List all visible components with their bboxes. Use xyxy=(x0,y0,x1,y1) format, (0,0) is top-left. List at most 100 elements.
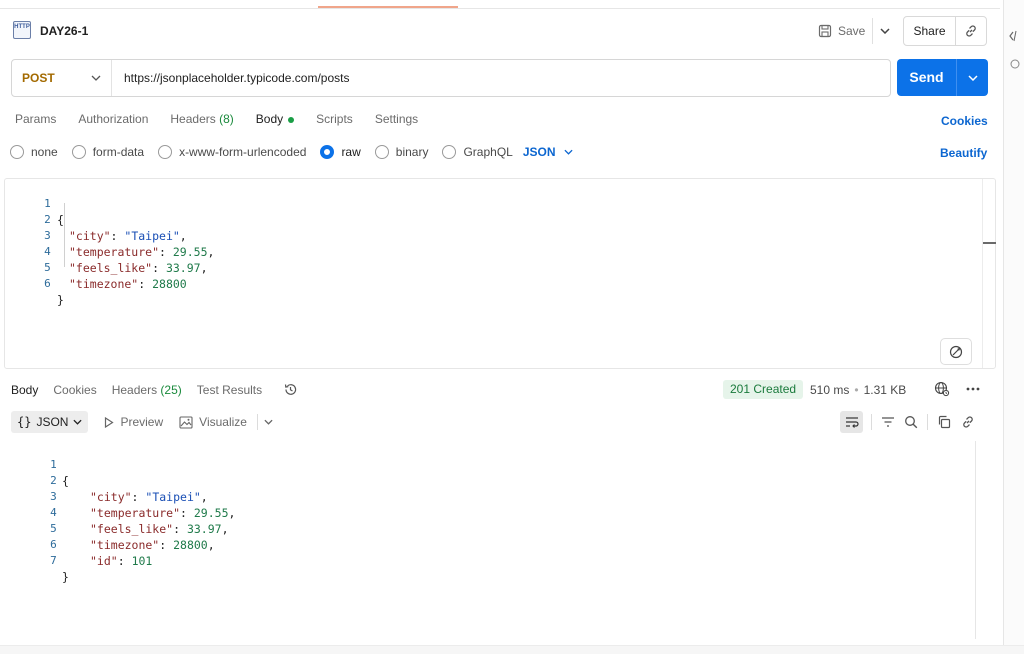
body-type-raw[interactable]: raw xyxy=(320,145,361,159)
code-text: "temperature": 29.55, xyxy=(69,244,214,260)
code-text: "feels_like": 33.97, xyxy=(69,260,208,276)
code-text: { xyxy=(62,474,69,488)
raw-format-label: JSON xyxy=(522,145,556,159)
radio-raw-label: raw xyxy=(341,145,361,159)
copy-link-button[interactable] xyxy=(956,24,986,38)
line-number: 4 xyxy=(44,245,51,258)
play-icon xyxy=(105,416,115,428)
line-number: 1 xyxy=(50,458,57,471)
response-tab-cookies[interactable]: Cookies xyxy=(53,383,96,397)
radio-form-data-label: form-data xyxy=(92,145,145,159)
json-value: 29.55 xyxy=(193,506,229,520)
code-text: "city": "Taipei", xyxy=(69,228,187,244)
json-key: "feels_like" xyxy=(90,522,174,536)
body-type-binary[interactable]: binary xyxy=(374,145,428,159)
radio-form-data[interactable] xyxy=(71,145,86,159)
json-key: "timezone" xyxy=(90,538,160,552)
send-button[interactable]: Send xyxy=(897,59,957,96)
line-number: 7 xyxy=(50,554,57,567)
radio-binary[interactable] xyxy=(374,145,389,159)
code-line: 3 "temperature": 29.55, xyxy=(0,473,235,520)
beautify-button[interactable]: Beautify xyxy=(940,146,987,160)
visualize-options-dropdown[interactable] xyxy=(264,419,273,425)
related-icon[interactable] xyxy=(1009,58,1021,70)
radio-raw[interactable] xyxy=(320,145,335,159)
status-badge[interactable]: 201 Created xyxy=(723,380,804,399)
json-key: "feels_like" xyxy=(69,261,153,275)
history-icon[interactable] xyxy=(283,382,298,397)
code-line: 1 { xyxy=(0,441,69,488)
response-tab-body[interactable]: Body xyxy=(11,383,38,397)
share-button[interactable]: Share xyxy=(904,17,956,45)
tab-headers-label: Headers xyxy=(170,112,216,126)
code-line: 4 "feels_like": 33.97, xyxy=(5,228,207,275)
body-type-graphql[interactable]: GraphQL xyxy=(442,145,513,159)
tab-body[interactable]: Body xyxy=(256,112,295,126)
save-button[interactable]: Save xyxy=(818,19,865,43)
line-number: 3 xyxy=(50,490,57,503)
save-label: Save xyxy=(838,24,866,38)
request-body-editor[interactable]: 1 { 2 "city": "Taipei", 3 "temperature":… xyxy=(4,178,996,369)
tab-scripts[interactable]: Scripts xyxy=(316,112,353,126)
response-toolbar: {} JSON Preview Visualize xyxy=(11,411,273,433)
body-type-form-data[interactable]: form-data xyxy=(71,145,145,159)
visualize-label: Visualize xyxy=(199,415,247,429)
json-key: "id" xyxy=(90,554,118,568)
radio-urlencoded[interactable] xyxy=(158,145,173,159)
response-time[interactable]: 510 ms xyxy=(810,383,849,397)
json-key: "timezone" xyxy=(69,277,139,291)
toolbar-divider xyxy=(927,414,928,430)
chevron-down-icon xyxy=(73,419,83,425)
braces-icon: {} xyxy=(17,415,32,429)
body-type-none[interactable]: none xyxy=(10,145,58,159)
globe-icon[interactable] xyxy=(934,381,950,397)
json-value: 33.97 xyxy=(186,522,222,536)
response-tab-headers-label: Headers xyxy=(111,382,158,397)
response-body-viewer[interactable]: 1 { 2 "city": "Taipei", 3 "temperature":… xyxy=(0,440,990,640)
code-text: { xyxy=(57,213,64,227)
search-icon[interactable] xyxy=(904,415,918,429)
visualize-button[interactable]: Visualize xyxy=(179,415,247,429)
wrap-lines-button[interactable] xyxy=(840,411,863,433)
response-scrollbar[interactable] xyxy=(975,441,976,639)
magic-icon xyxy=(949,345,963,358)
request-tabs: Params Authorization Headers (8) Body Sc… xyxy=(15,112,440,126)
tab-authorization[interactable]: Authorization xyxy=(78,112,148,126)
request-title[interactable]: DAY26-1 xyxy=(40,24,88,38)
radio-graphql[interactable] xyxy=(442,145,457,159)
copy-icon[interactable] xyxy=(937,415,951,429)
json-value: 101 xyxy=(131,554,153,568)
method-select[interactable]: POST xyxy=(12,60,112,96)
response-tab-test-results[interactable]: Test Results xyxy=(197,383,262,397)
send-options-dropdown[interactable] xyxy=(957,74,988,81)
response-tab-headers[interactable]: Headers (25) xyxy=(112,383,182,397)
response-size[interactable]: 1.31 KB xyxy=(864,383,907,397)
radio-none[interactable] xyxy=(10,145,24,159)
tab-params[interactable]: Params xyxy=(15,112,56,126)
tab-settings[interactable]: Settings xyxy=(375,112,418,126)
json-sep: : xyxy=(159,245,173,259)
code-line: 6 } xyxy=(5,260,64,307)
share-button-group: Share xyxy=(903,16,987,46)
http-request-icon: HTTP xyxy=(13,21,31,39)
line-number: 5 xyxy=(50,522,57,535)
cookies-link[interactable]: Cookies xyxy=(941,114,988,128)
image-icon xyxy=(179,415,193,429)
ai-assist-button[interactable] xyxy=(940,338,972,365)
more-icon[interactable] xyxy=(966,387,980,391)
link-icon[interactable] xyxy=(961,415,975,429)
top-divider xyxy=(0,8,1000,9)
code-icon[interactable] xyxy=(1009,30,1021,42)
editor-scrollbar[interactable] xyxy=(982,179,996,368)
line-number: 3 xyxy=(44,229,51,242)
tab-headers[interactable]: Headers (8) xyxy=(170,112,233,126)
save-options-dropdown[interactable] xyxy=(872,18,896,44)
filter-icon[interactable] xyxy=(881,416,895,428)
code-text: "city": "Taipei", xyxy=(90,489,208,505)
url-input[interactable] xyxy=(112,71,872,85)
body-type-urlencoded[interactable]: x-www-form-urlencoded xyxy=(158,145,306,159)
raw-format-select[interactable]: JSON xyxy=(523,145,573,159)
preview-button[interactable]: Preview xyxy=(104,415,163,429)
response-format-select[interactable]: {} JSON xyxy=(11,411,89,433)
code-text: "timezone": 28800, xyxy=(90,537,215,553)
